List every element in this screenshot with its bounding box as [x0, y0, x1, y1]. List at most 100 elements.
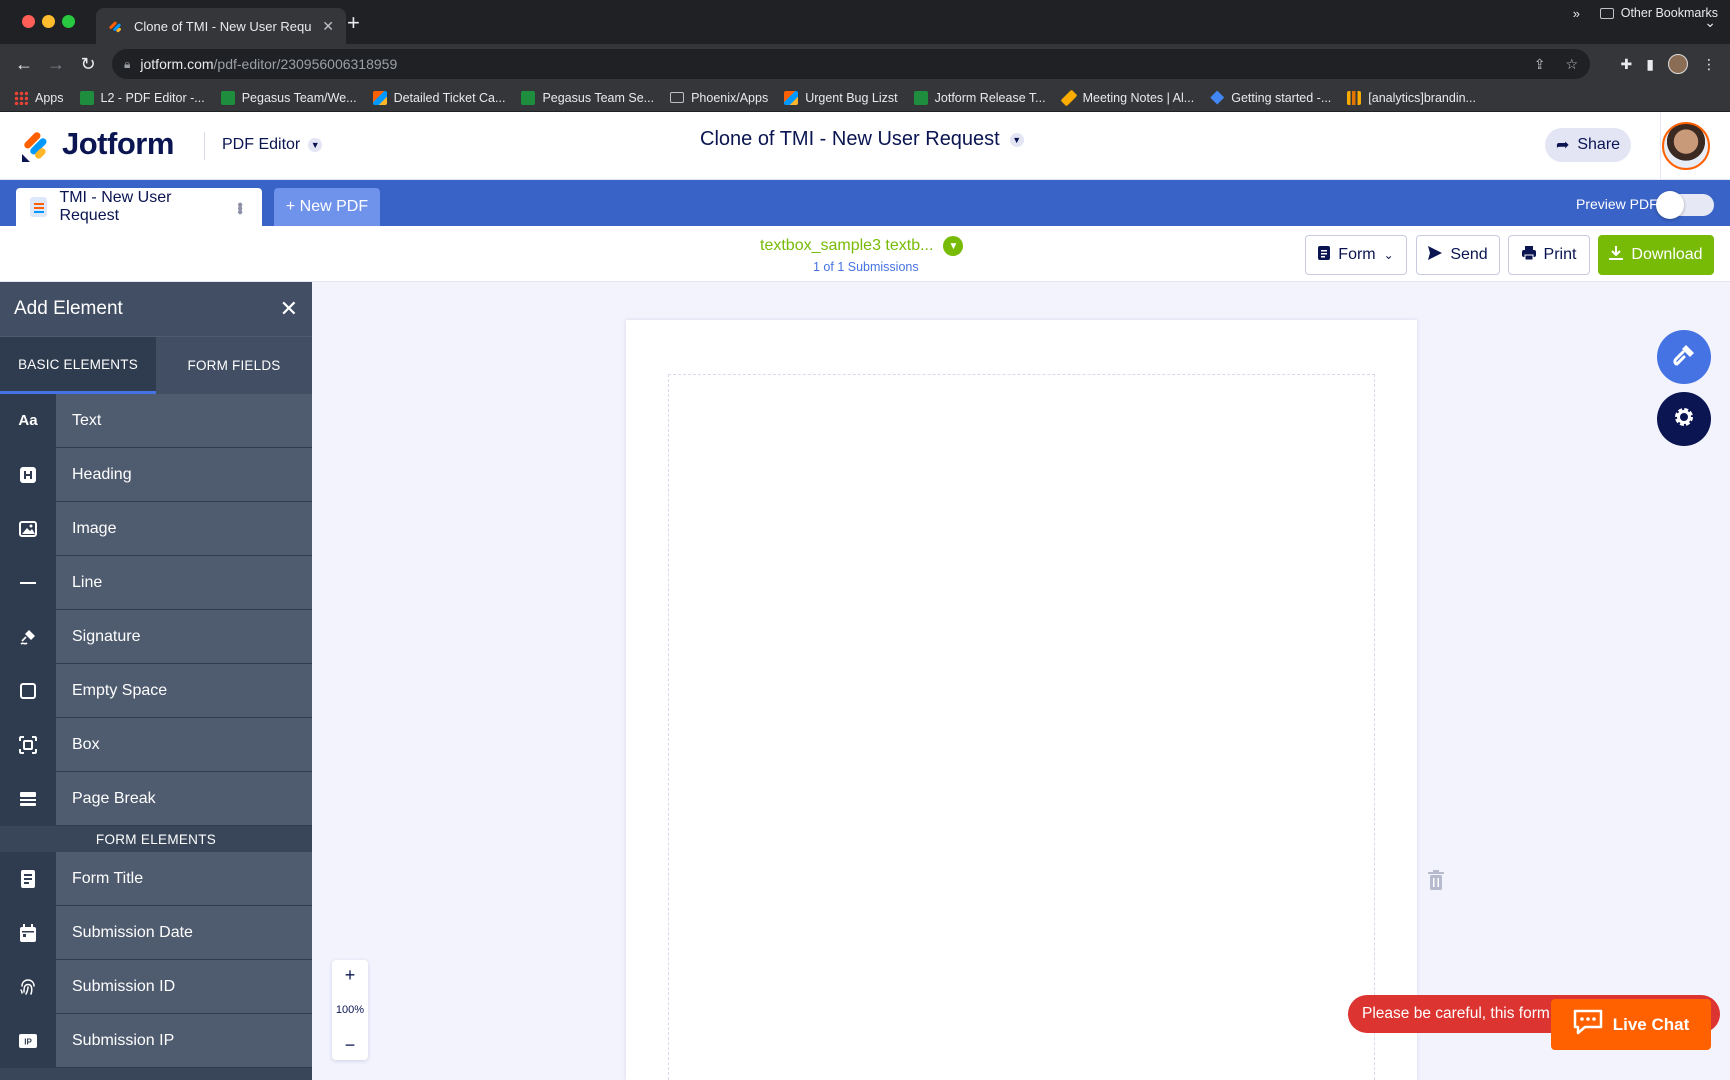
- tab-form-fields[interactable]: FORM FIELDS: [156, 337, 312, 394]
- bookmark-star-icon[interactable]: ☆: [1565, 56, 1578, 73]
- element-item-heading[interactable]: Heading: [0, 448, 312, 502]
- close-icon[interactable]: ✕: [280, 296, 298, 322]
- send-button[interactable]: Send: [1416, 235, 1500, 275]
- form-label: Form: [1338, 246, 1376, 263]
- forward-arrow-icon[interactable]: →: [44, 52, 68, 76]
- element-item-page-break[interactable]: Page Break: [0, 772, 312, 826]
- element-item-signature[interactable]: Signature: [0, 610, 312, 664]
- zoom-out-button[interactable]: −: [345, 1036, 356, 1054]
- bookmark-item[interactable]: Apps: [14, 90, 64, 105]
- element-item-submission-id[interactable]: Submission ID: [0, 960, 312, 1014]
- trash-icon[interactable]: [1428, 870, 1444, 890]
- live-chat-button[interactable]: Live Chat: [1551, 999, 1711, 1050]
- preview-pdf-toggle[interactable]: [1656, 191, 1714, 219]
- bookmark-item[interactable]: Urgent Bug Lizst: [784, 90, 898, 105]
- element-item-image[interactable]: Image: [0, 502, 312, 556]
- window-minimize-button[interactable]: [42, 15, 55, 28]
- chevron-down-icon: ▼: [308, 138, 323, 152]
- more-bookmarks-button[interactable]: »: [1573, 6, 1580, 21]
- folder-icon: [1599, 7, 1614, 19]
- back-arrow-icon[interactable]: ←: [12, 52, 36, 76]
- submission-count[interactable]: 1 of 1 Submissions: [813, 260, 919, 274]
- user-avatar[interactable]: [1662, 122, 1710, 170]
- zoom-in-button[interactable]: +: [345, 966, 356, 984]
- bookmark-item[interactable]: Phoenix/Apps: [670, 91, 768, 105]
- element-label: Submission IP: [56, 1014, 312, 1067]
- element-item-text[interactable]: Aa Text: [0, 394, 312, 448]
- ip-address-icon: IP: [0, 1014, 56, 1067]
- share-button[interactable]: ➦ Share: [1545, 128, 1631, 162]
- print-label: Print: [1543, 246, 1577, 263]
- element-item-box[interactable]: Box: [0, 718, 312, 772]
- line-icon: [0, 556, 56, 609]
- share-page-icon[interactable]: ⇪: [1534, 56, 1546, 73]
- more-options-icon[interactable]: •••: [230, 202, 248, 213]
- header-separator: [1660, 112, 1661, 180]
- calendar-icon: [0, 906, 56, 959]
- window-close-button[interactable]: [22, 15, 35, 28]
- bookmark-item[interactable]: Pegasus Team/We...: [220, 90, 357, 105]
- window-maximize-button[interactable]: [62, 15, 75, 28]
- browser-toolbar: ← → ↻ 🔒︎ jotform.com/pdf-editor/23095600…: [0, 44, 1730, 84]
- url-path: /pdf-editor/230956006318959: [213, 56, 398, 72]
- page-content-area[interactable]: [668, 374, 1375, 1080]
- extensions-puzzle-icon[interactable]: ✚: [1621, 56, 1633, 73]
- browser-menu-icon[interactable]: ⋮: [1702, 56, 1716, 73]
- bookmark-label: Apps: [35, 90, 64, 105]
- element-label: Signature: [56, 610, 312, 663]
- bookmark-item[interactable]: Detailed Ticket Ca...: [372, 90, 506, 105]
- element-item-form-title[interactable]: Form Title: [0, 852, 312, 906]
- jotform-favicon-icon: [108, 18, 124, 34]
- close-tab-icon[interactable]: ✕: [322, 18, 334, 35]
- form-button[interactable]: Form ⌄: [1305, 235, 1407, 275]
- bookmark-item[interactable]: Getting started -...: [1210, 90, 1331, 105]
- browser-tab-active[interactable]: Clone of TMI - New User Requ ✕: [96, 8, 346, 44]
- element-item-empty-space[interactable]: Empty Space: [0, 664, 312, 718]
- other-bookmarks[interactable]: Other Bookmarks: [1599, 6, 1718, 20]
- header-divider: [204, 132, 205, 160]
- element-label: Submission ID: [56, 960, 312, 1013]
- side-panel-icon[interactable]: ▮: [1646, 56, 1654, 73]
- bookmark-label: Detailed Ticket Ca...: [393, 90, 506, 105]
- bars-bookmark-icon: [1347, 90, 1362, 105]
- preview-pdf-label: Preview PDF: [1576, 196, 1658, 212]
- tab-basic-elements[interactable]: BASIC ELEMENTS: [0, 337, 156, 394]
- new-pdf-button[interactable]: + New PDF: [274, 188, 380, 226]
- download-icon: [1609, 245, 1624, 265]
- element-label: Line: [56, 556, 312, 609]
- panel-title: Add Element: [14, 298, 123, 319]
- pdf-document-icon: [30, 197, 48, 217]
- element-label: Submission Date: [56, 906, 312, 959]
- blue-bookmark-icon: [1210, 90, 1225, 105]
- element-item-submission-ip[interactable]: IP Submission IP: [0, 1014, 312, 1068]
- browser-profile-avatar[interactable]: [1668, 54, 1688, 74]
- bookmark-item[interactable]: Jotform Release T...: [913, 90, 1046, 105]
- address-bar[interactable]: 🔒︎ jotform.com/pdf-editor/23095600631895…: [112, 49, 1590, 79]
- bookmark-item[interactable]: [analytics]brandin...: [1347, 90, 1476, 105]
- designer-paint-button[interactable]: [1657, 330, 1711, 384]
- download-button[interactable]: Download: [1598, 235, 1714, 275]
- print-button[interactable]: Print: [1508, 235, 1590, 275]
- element-item-line[interactable]: Line: [0, 556, 312, 610]
- bookmark-label: Pegasus Team/We...: [241, 90, 357, 105]
- pdf-page[interactable]: [626, 320, 1417, 1080]
- element-label: Image: [56, 502, 312, 555]
- panel-tabs: BASIC ELEMENTS FORM FIELDS: [0, 336, 312, 394]
- empty-space-square-icon: [0, 664, 56, 717]
- add-element-panel: Add Element ✕ BASIC ELEMENTS FORM FIELDS…: [0, 282, 312, 1080]
- jotform-logo[interactable]: Jotform: [20, 126, 174, 162]
- element-label: Form Title: [56, 852, 312, 905]
- settings-button[interactable]: [1657, 392, 1711, 446]
- jf-bookmark-icon: [784, 90, 799, 105]
- product-switcher[interactable]: PDF Editor ▼: [222, 136, 323, 154]
- new-tab-button[interactable]: +: [347, 12, 360, 34]
- green-bookmark-icon: [521, 90, 536, 105]
- bookmark-item[interactable]: Pegasus Team Se...: [521, 90, 654, 105]
- element-item-submission-date[interactable]: Submission Date: [0, 906, 312, 960]
- bookmark-item[interactable]: L2 - PDF Editor -...: [79, 90, 205, 105]
- document-title[interactable]: Clone of TMI - New User Request ▼: [700, 128, 1024, 151]
- reload-icon[interactable]: ↻: [76, 52, 100, 76]
- document-tab[interactable]: TMI - New User Request •••: [16, 188, 262, 226]
- bookmark-item[interactable]: Meeting Notes | Al...: [1060, 89, 1194, 106]
- submission-selector[interactable]: textbox_sample3 textb... ▼: [760, 236, 964, 256]
